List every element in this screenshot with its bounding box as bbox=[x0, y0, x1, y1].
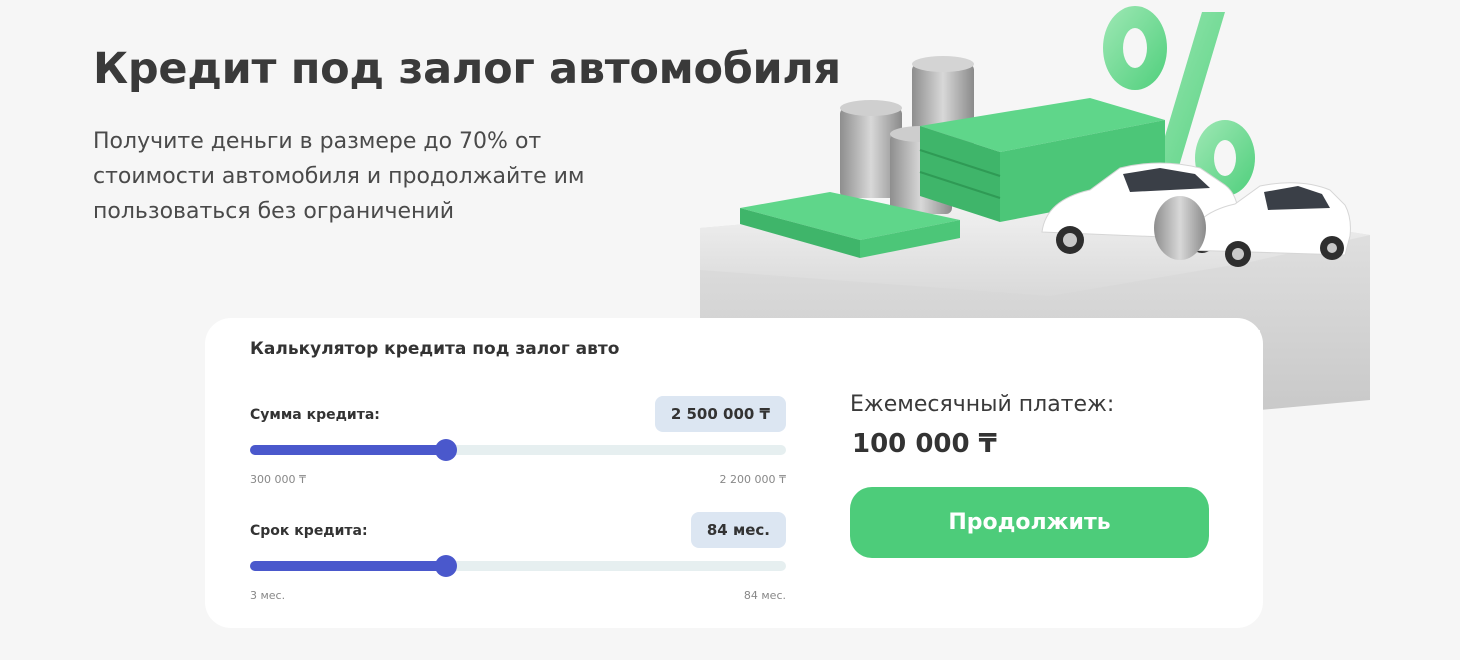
loan-amount-slider-fill bbox=[250, 445, 446, 455]
loan-term-min: 3 мес. bbox=[250, 589, 286, 602]
loan-amount-label: Сумма кредита: bbox=[250, 407, 380, 423]
loan-amount-max: 2 200 000 ₸ bbox=[719, 473, 786, 486]
loan-term-slider-fill bbox=[250, 561, 446, 571]
loan-term-slider[interactable] bbox=[250, 555, 786, 577]
loan-amount-min: 300 000 ₸ bbox=[250, 473, 306, 486]
loan-term-slider-handle[interactable] bbox=[434, 555, 457, 577]
loan-calculator-card: Калькулятор кредита под залог авто Сумма… bbox=[205, 318, 1263, 628]
continue-button[interactable]: Продолжить bbox=[850, 487, 1209, 558]
page-subtitle: Получите деньги в размере до 70% от стои… bbox=[93, 129, 585, 224]
monthly-payment-label: Ежемесячный платеж: bbox=[850, 392, 1115, 417]
loan-term-label: Срок кредита: bbox=[250, 523, 368, 539]
loan-term-max: 84 мес. bbox=[743, 589, 786, 602]
loan-term-value[interactable]: 84 мес. bbox=[690, 512, 786, 548]
loan-amount-slider-handle[interactable] bbox=[434, 439, 457, 461]
calculator-title: Калькулятор кредита под залог авто bbox=[250, 339, 620, 359]
loan-amount-value[interactable]: 2 500 000 ₸ bbox=[654, 396, 786, 432]
monthly-payment-value: 100 000 ₸ bbox=[852, 429, 997, 459]
loan-amount-slider[interactable] bbox=[250, 439, 786, 461]
